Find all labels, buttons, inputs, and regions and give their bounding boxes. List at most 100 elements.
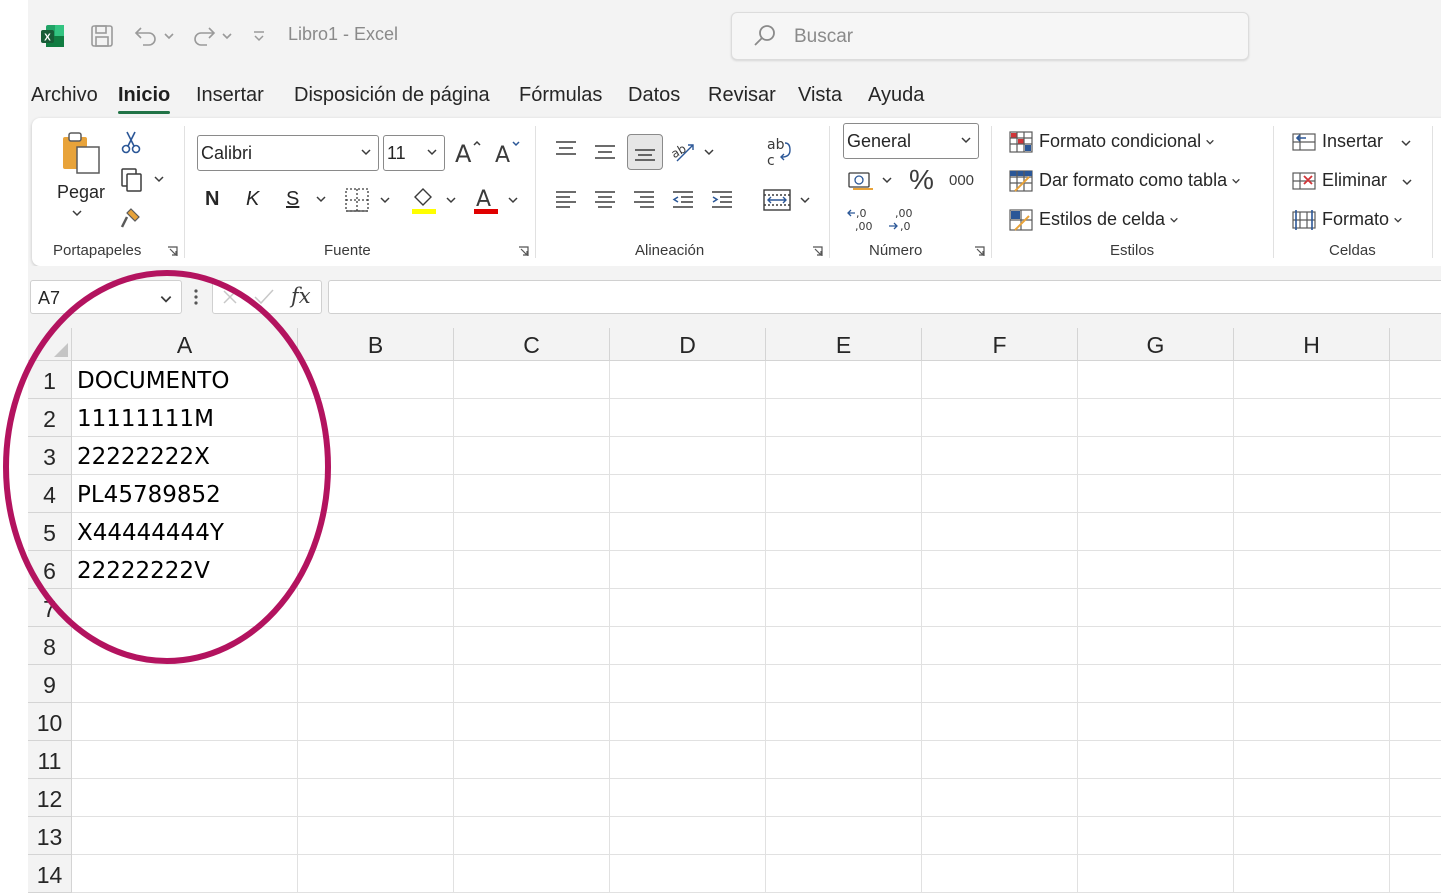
cell-e1[interactable] bbox=[766, 361, 922, 399]
tab-inicio[interactable]: Inicio bbox=[118, 84, 171, 114]
insert-cells-icon[interactable] bbox=[1291, 129, 1317, 155]
row-header-5[interactable]: 5 bbox=[28, 513, 72, 551]
tab-formulas[interactable]: Fórmulas bbox=[519, 84, 602, 107]
cell-d9[interactable] bbox=[610, 665, 766, 703]
fill-color-icon[interactable] bbox=[408, 184, 460, 216]
font-family-select[interactable]: Calibri bbox=[197, 135, 379, 171]
cell-f12[interactable] bbox=[922, 779, 1078, 817]
underline-options-chevron-icon[interactable] bbox=[314, 192, 328, 206]
cell-a2[interactable]: 11111111M bbox=[72, 399, 298, 437]
cell-f7[interactable] bbox=[922, 589, 1078, 627]
cell-g1[interactable] bbox=[1078, 361, 1234, 399]
cell-h14[interactable] bbox=[1234, 855, 1390, 893]
cell-c11[interactable] bbox=[454, 741, 610, 779]
row-header-12[interactable]: 12 bbox=[28, 779, 72, 817]
merge-center-icon[interactable] bbox=[760, 184, 816, 216]
tab-insertar[interactable]: Insertar bbox=[196, 84, 264, 107]
wrap-text-icon[interactable]: ab c bbox=[762, 134, 794, 170]
cell-e9[interactable] bbox=[766, 665, 922, 703]
cell-h9[interactable] bbox=[1234, 665, 1390, 703]
cell-d8[interactable] bbox=[610, 627, 766, 665]
cell-h6[interactable] bbox=[1234, 551, 1390, 589]
cell-e4[interactable] bbox=[766, 475, 922, 513]
format-cells-button[interactable]: Formato bbox=[1322, 209, 1403, 230]
cell-c2[interactable] bbox=[454, 399, 610, 437]
row-header-3[interactable]: 3 bbox=[28, 437, 72, 475]
cell-i1[interactable] bbox=[1390, 361, 1441, 399]
cell-i13[interactable] bbox=[1390, 817, 1441, 855]
row-header-13[interactable]: 13 bbox=[28, 817, 72, 855]
cell-b14[interactable] bbox=[298, 855, 454, 893]
increase-font-size-icon[interactable]: A bbox=[452, 136, 484, 168]
increase-indent-icon[interactable] bbox=[708, 186, 736, 214]
cell-b2[interactable] bbox=[298, 399, 454, 437]
cell-d7[interactable] bbox=[610, 589, 766, 627]
cell-b8[interactable] bbox=[298, 627, 454, 665]
cell-b9[interactable] bbox=[298, 665, 454, 703]
cell-g5[interactable] bbox=[1078, 513, 1234, 551]
font-size-select[interactable]: 11 bbox=[383, 135, 445, 171]
chevron-down-icon[interactable] bbox=[1401, 176, 1413, 188]
name-box[interactable]: A7 bbox=[30, 280, 182, 314]
paste-icon[interactable] bbox=[56, 128, 106, 178]
cell-g12[interactable] bbox=[1078, 779, 1234, 817]
tab-revisar[interactable]: Revisar bbox=[708, 84, 776, 107]
cell-g7[interactable] bbox=[1078, 589, 1234, 627]
cell-h13[interactable] bbox=[1234, 817, 1390, 855]
cell-f2[interactable] bbox=[922, 399, 1078, 437]
cell-d6[interactable] bbox=[610, 551, 766, 589]
cell-d1[interactable] bbox=[610, 361, 766, 399]
orientation-icon[interactable]: ab bbox=[668, 136, 718, 168]
cell-a4[interactable]: PL45789852 bbox=[72, 475, 298, 513]
cell-e8[interactable] bbox=[766, 627, 922, 665]
cell-a5[interactable]: X44444444Y bbox=[72, 513, 298, 551]
cell-a12[interactable] bbox=[72, 779, 298, 817]
cell-c3[interactable] bbox=[454, 437, 610, 475]
cell-c12[interactable] bbox=[454, 779, 610, 817]
cell-b3[interactable] bbox=[298, 437, 454, 475]
align-right-icon[interactable] bbox=[630, 186, 658, 214]
delete-cells-button[interactable]: Eliminar bbox=[1322, 170, 1387, 191]
format-as-table-button[interactable]: Dar formato como tabla bbox=[1039, 170, 1241, 191]
cell-b13[interactable] bbox=[298, 817, 454, 855]
cell-f3[interactable] bbox=[922, 437, 1078, 475]
more-options-icon[interactable] bbox=[193, 287, 199, 307]
insert-cells-button[interactable]: Insertar bbox=[1322, 131, 1383, 152]
align-top-icon[interactable] bbox=[552, 136, 580, 164]
row-header-7[interactable]: 7 bbox=[28, 589, 72, 627]
align-middle-icon[interactable] bbox=[591, 138, 619, 166]
cell-c6[interactable] bbox=[454, 551, 610, 589]
cell-h2[interactable] bbox=[1234, 399, 1390, 437]
cell-b11[interactable] bbox=[298, 741, 454, 779]
cell-i12[interactable] bbox=[1390, 779, 1441, 817]
cell-c8[interactable] bbox=[454, 627, 610, 665]
tab-datos[interactable]: Datos bbox=[628, 84, 680, 107]
cell-f6[interactable] bbox=[922, 551, 1078, 589]
cell-d2[interactable] bbox=[610, 399, 766, 437]
format-painter-icon[interactable] bbox=[118, 204, 144, 232]
cell-b10[interactable] bbox=[298, 703, 454, 741]
cell-a6[interactable]: 22222222V bbox=[72, 551, 298, 589]
decrease-indent-icon[interactable] bbox=[669, 186, 697, 214]
clipboard-dialog-launcher-icon[interactable] bbox=[167, 246, 178, 257]
cell-c1[interactable] bbox=[454, 361, 610, 399]
cell-i2[interactable] bbox=[1390, 399, 1441, 437]
cell-e3[interactable] bbox=[766, 437, 922, 475]
cell-i7[interactable] bbox=[1390, 589, 1441, 627]
cell-b7[interactable] bbox=[298, 589, 454, 627]
cell-a13[interactable] bbox=[72, 817, 298, 855]
cell-c14[interactable] bbox=[454, 855, 610, 893]
row-header-14[interactable]: 14 bbox=[28, 855, 72, 893]
enter-icon[interactable] bbox=[253, 288, 275, 306]
cell-d5[interactable] bbox=[610, 513, 766, 551]
cell-a7[interactable] bbox=[72, 589, 298, 627]
delete-cells-icon[interactable] bbox=[1291, 168, 1317, 194]
save-icon[interactable] bbox=[88, 22, 116, 50]
cell-e10[interactable] bbox=[766, 703, 922, 741]
cell-e14[interactable] bbox=[766, 855, 922, 893]
font-color-icon[interactable]: A bbox=[470, 184, 522, 216]
alignment-dialog-launcher-icon[interactable] bbox=[812, 246, 823, 257]
tab-ayuda[interactable]: Ayuda bbox=[868, 84, 924, 107]
cell-g8[interactable] bbox=[1078, 627, 1234, 665]
format-as-table-icon[interactable] bbox=[1008, 168, 1034, 194]
